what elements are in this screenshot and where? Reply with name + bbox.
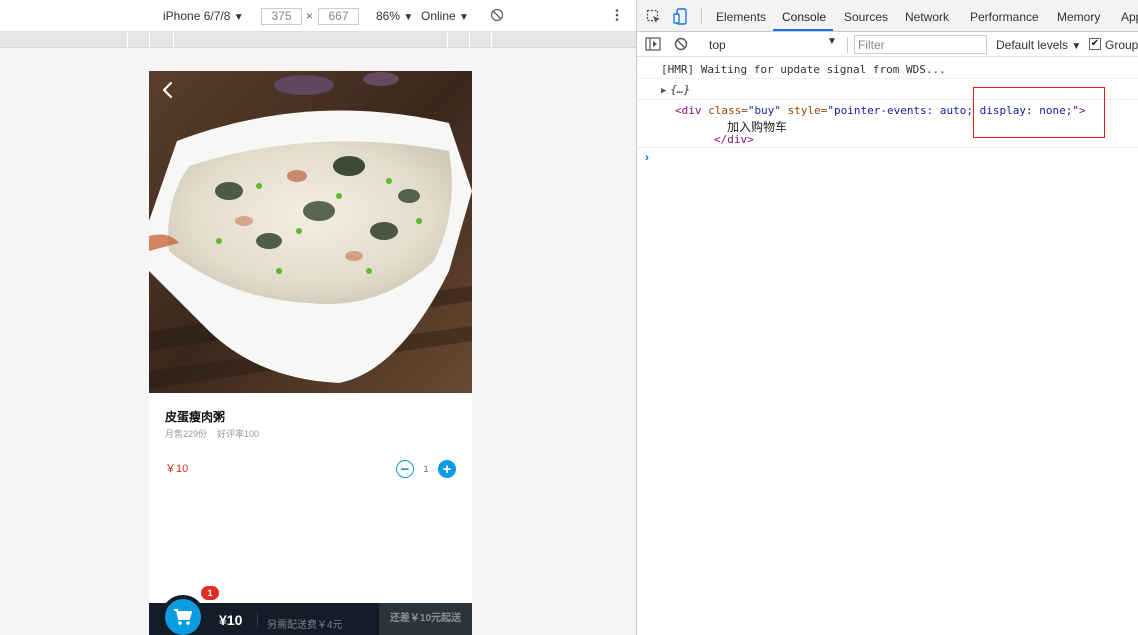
- sidebar-toggle-icon[interactable]: [645, 37, 661, 54]
- tab-separator: [701, 8, 702, 24]
- device-toolbar: iPhone 6/7/8 ▼ 375 × 667 86% ▼ Online ▼: [0, 0, 636, 32]
- console-prompt-icon[interactable]: ›: [645, 150, 649, 164]
- active-tab-indicator: [773, 29, 833, 31]
- increase-button[interactable]: +: [438, 460, 456, 478]
- tab-sources[interactable]: Sources: [844, 10, 888, 24]
- context-dropdown-icon[interactable]: ▼: [827, 36, 837, 47]
- product-meta: 月售229份 好评率100: [165, 427, 259, 440]
- zoom-dropdown-icon: ▼: [403, 12, 414, 23]
- width-field[interactable]: 375: [261, 8, 302, 25]
- throttle-value: Online: [421, 9, 456, 23]
- group-similar-label: Group: [1105, 38, 1138, 52]
- ruler-segment[interactable]: [0, 32, 128, 48]
- attr-class-value: "buy": [747, 104, 781, 117]
- ruler-segment[interactable]: [174, 32, 448, 48]
- product-name: 皮蛋瘦肉粥: [165, 410, 226, 424]
- device-emulation-pane: iPhone 6/7/8 ▼ 375 × 667 86% ▼ Online ▼: [0, 0, 636, 635]
- attr-style-value: "pointer-events: auto;: [827, 104, 980, 117]
- ruler-segment[interactable]: [448, 32, 470, 48]
- product-price: ￥10: [165, 463, 189, 475]
- height-field[interactable]: 667: [318, 8, 359, 25]
- food-image: [149, 71, 472, 393]
- ruler-segment[interactable]: [470, 32, 492, 48]
- tab-elements[interactable]: Elements: [716, 10, 766, 24]
- rotate-icon[interactable]: [490, 8, 504, 25]
- dimension-separator: ×: [306, 9, 314, 23]
- expand-triangle-icon[interactable]: ▶: [661, 86, 666, 96]
- quantity-stepper: − 1 +: [396, 460, 456, 478]
- log-levels-select[interactable]: Default levels ▼: [996, 38, 1081, 52]
- log-levels-label: Default levels: [996, 38, 1069, 52]
- checkout-button[interactable]: 还差￥10元起送: [379, 603, 472, 635]
- cart-divider: [257, 613, 258, 627]
- tab-console[interactable]: Console: [782, 10, 826, 24]
- tab-performance[interactable]: Performance: [970, 10, 1039, 24]
- filter-input[interactable]: [854, 35, 987, 54]
- more-vertical-icon[interactable]: [614, 8, 620, 25]
- cart-count-badge: 1: [201, 586, 219, 600]
- devtools-panel: Elements Console Sources Network Perform…: [637, 0, 1138, 635]
- tag-open: <div: [675, 104, 702, 117]
- devtools-tab-bar: Elements Console Sources Network Perform…: [637, 0, 1138, 32]
- tab-network[interactable]: Network: [905, 10, 949, 24]
- chevron-left-icon[interactable]: [157, 79, 179, 101]
- ruler-segment[interactable]: [128, 32, 150, 48]
- decrease-button[interactable]: −: [396, 460, 414, 478]
- dom-node-close-tag: </div>: [714, 133, 754, 146]
- highlight-annotation-box: [973, 87, 1105, 138]
- context-selector[interactable]: top: [709, 38, 726, 52]
- zoom-value: 86%: [376, 9, 401, 23]
- zoom-select[interactable]: 86% ▼: [376, 9, 413, 23]
- tab-application[interactable]: App: [1121, 10, 1138, 24]
- group-similar-checkbox[interactable]: ✔: [1089, 38, 1101, 50]
- monthly-sales: 月售229份: [165, 429, 208, 439]
- clear-console-icon[interactable]: [674, 37, 688, 54]
- console-message: [HMR] Waiting for update signal from WDS…: [637, 58, 1138, 79]
- attr-class: class=: [701, 104, 748, 117]
- device-toolbar-icon[interactable]: [673, 8, 687, 28]
- log-levels-dropdown-icon: ▼: [1071, 41, 1082, 52]
- delivery-fee: 另需配送费￥4元: [267, 620, 343, 631]
- console-toolbar: top ▼ Default levels ▼ ✔ Group: [637, 32, 1138, 57]
- ruler-segment[interactable]: [150, 32, 174, 48]
- inspect-element-icon[interactable]: [646, 9, 662, 28]
- toolbar-separator: [847, 37, 848, 53]
- rating: 好评率100: [217, 429, 260, 439]
- quantity-value: 1: [423, 464, 429, 474]
- throttle-select[interactable]: Online ▼: [421, 9, 469, 23]
- throttle-dropdown-icon: ▼: [459, 12, 469, 23]
- tab-memory[interactable]: Memory: [1057, 10, 1100, 24]
- object-preview: {…}: [670, 83, 691, 96]
- attr-style: style=: [780, 104, 828, 117]
- cart-bar: 1 ¥10 另需配送费￥4元 还差￥10元起送: [149, 586, 472, 635]
- shopping-cart-icon[interactable]: [165, 599, 201, 635]
- media-query-ruler: [0, 32, 636, 48]
- device-select[interactable]: iPhone 6/7/8 ▼: [163, 9, 244, 23]
- device-name: iPhone 6/7/8: [163, 9, 231, 23]
- cart-total: ¥10: [219, 612, 243, 628]
- device-dropdown-icon: ▼: [233, 12, 244, 23]
- cart-logo-wrapper: 1: [161, 586, 219, 635]
- mobile-viewport: 皮蛋瘦肉粥 月售229份 好评率100 ￥10 − 1 + 1 ¥10 另需配送…: [149, 71, 472, 635]
